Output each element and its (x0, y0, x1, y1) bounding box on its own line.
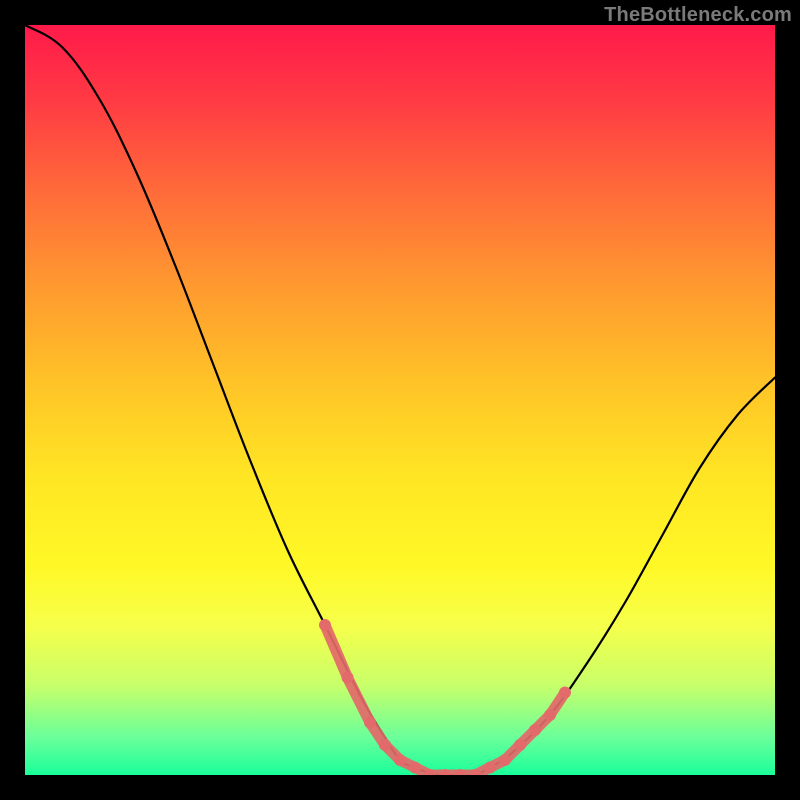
plot-area (25, 25, 775, 775)
gradient-background (25, 25, 775, 775)
watermark-text: TheBottleneck.com (604, 4, 792, 27)
chart-container: TheBottleneck.com (0, 0, 800, 800)
